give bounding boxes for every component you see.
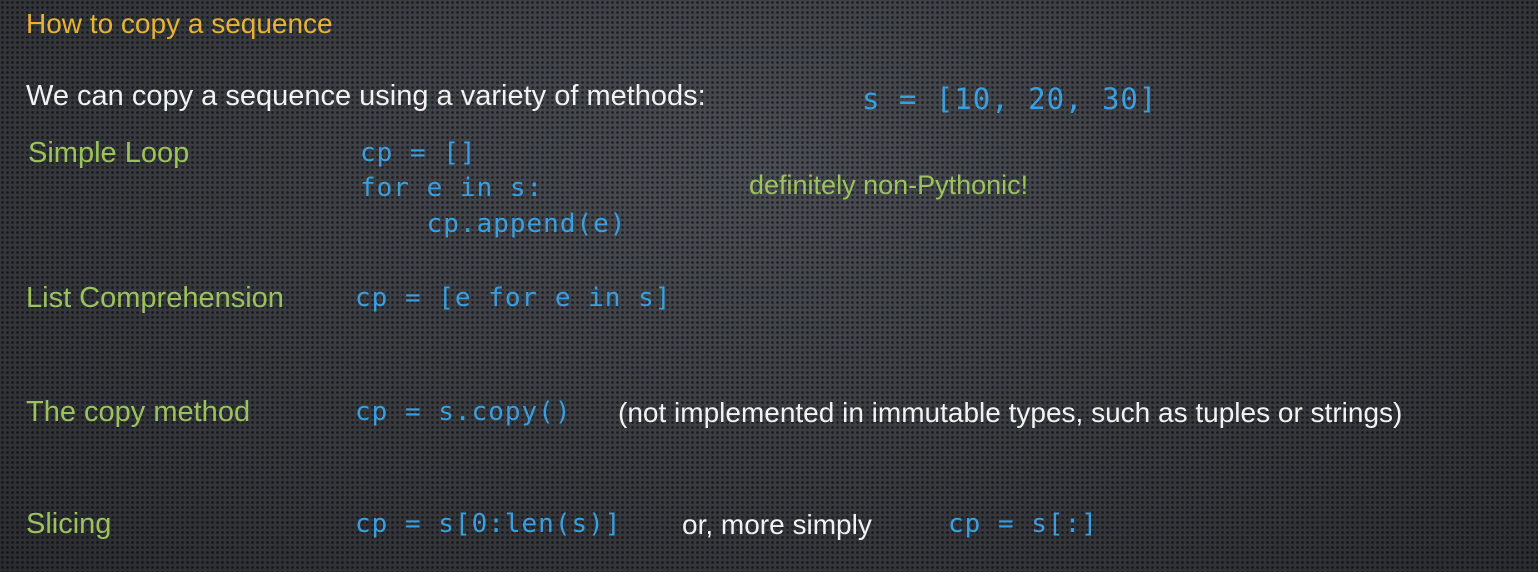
copy-method-note: (not implemented in immutable types, suc…	[618, 397, 1403, 428]
copy-method-code: cp = s.copy()	[355, 397, 572, 427]
slicing-code-alt: cp = s[:]	[948, 509, 1098, 539]
list-comprehension-label: List Comprehension	[26, 282, 284, 314]
slicing-label: Slicing	[26, 508, 112, 540]
list-comprehension-code: cp = [e for e in s]	[355, 283, 672, 313]
example-list-code: s = [10, 20, 30]	[862, 82, 1158, 116]
simple-loop-code-line-1: cp = []	[360, 138, 477, 168]
slide-title: How to copy a sequence	[26, 8, 333, 39]
slicing-code: cp = s[0:len(s)]	[355, 509, 622, 539]
slicing-connector-text: or, more simply	[682, 509, 872, 540]
simple-loop-note: definitely non-Pythonic!	[749, 170, 1029, 200]
simple-loop-code-line-2: for e in s:	[360, 173, 544, 203]
simple-loop-code-line-3: cp.append(e)	[360, 209, 627, 239]
simple-loop-label: Simple Loop	[28, 137, 190, 169]
copy-method-label: The copy method	[26, 396, 251, 428]
intro-text: We can copy a sequence using a variety o…	[26, 80, 706, 112]
slide: { "title": "How to copy a sequence", "in…	[0, 0, 1538, 572]
